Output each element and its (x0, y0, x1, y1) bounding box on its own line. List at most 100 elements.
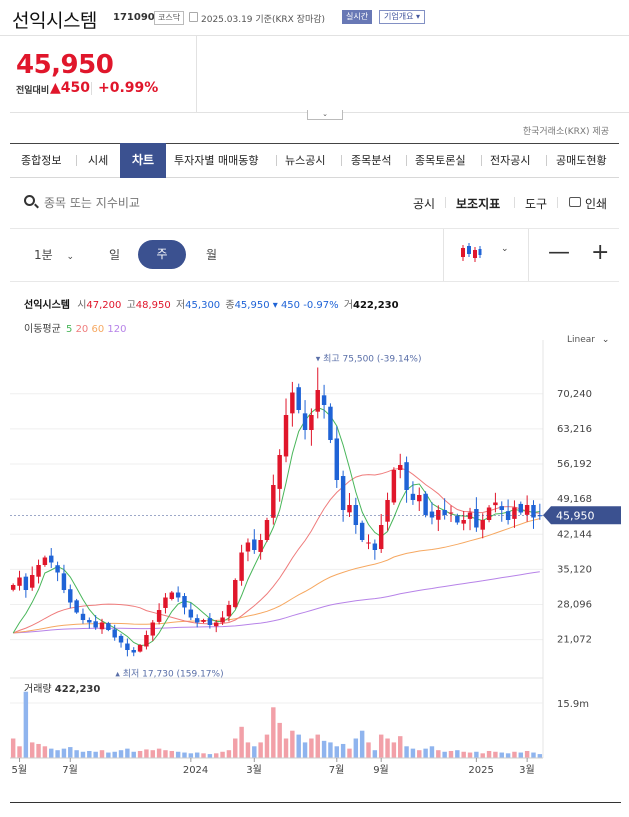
stock-code: 171090 (113, 12, 155, 23)
volume-bar (29, 742, 35, 758)
tools-button[interactable]: 도구 (525, 195, 547, 212)
candle-body (80, 613, 86, 620)
candle-body (518, 503, 524, 513)
tab-overview[interactable]: 종합정보 (21, 143, 61, 178)
candle-body (290, 392, 295, 414)
toolbar-separator (514, 197, 515, 208)
tab-chart[interactable]: 차트 (120, 143, 166, 178)
volume-bar (175, 751, 181, 758)
tab-separator (76, 155, 77, 166)
volume-bar (137, 750, 143, 758)
ma120-label: 120 (107, 324, 127, 335)
y-tick-label: 28,096 (557, 600, 592, 611)
candle-body (328, 406, 333, 440)
volume-bar (347, 748, 352, 758)
compare-search-input[interactable] (44, 193, 244, 213)
candlestick-icon[interactable] (460, 243, 482, 263)
ma5-line (12, 406, 540, 647)
volume-bar (188, 753, 194, 758)
volume-bar (410, 748, 416, 758)
period-month-button[interactable]: 월 (206, 246, 217, 263)
min-price-annotation: ▴ 최저 17,730 (159.17%) (115, 668, 223, 679)
candle-body (321, 395, 327, 405)
volume-bar (87, 750, 92, 758)
volume-bar (429, 746, 435, 758)
volume-bar (201, 753, 206, 758)
candle-body (474, 509, 479, 528)
volume-bars: 거래량 422,230 15.9m (10, 683, 589, 758)
chart-grid (10, 340, 544, 758)
current-price-label: 45,950 (556, 509, 595, 522)
current-price: 45,950 (16, 50, 114, 80)
tab-news[interactable]: 뉴스공시 (285, 143, 325, 178)
tab-short-selling[interactable]: 공매도현황 (556, 143, 607, 178)
zoom-in-button[interactable]: + (591, 240, 609, 265)
volume-bar (17, 746, 22, 758)
volume-bar (131, 751, 136, 758)
stock-name: 선익시스템 (12, 10, 97, 32)
candle-body (315, 390, 320, 412)
period-minute-button[interactable]: 1분 ⌄ (34, 246, 74, 263)
corp-info-button[interactable]: 기업개요 ▾ (379, 10, 426, 24)
volume-bar (321, 740, 327, 758)
x-tick-label: 7월 (62, 764, 78, 776)
volume-bar (99, 750, 105, 758)
volume-bar (49, 748, 54, 758)
volume-bar (518, 752, 524, 758)
corp-info-label: 기업개요 (384, 12, 414, 21)
candle-body (55, 565, 60, 573)
candle-body (99, 622, 105, 630)
volume-bar (80, 751, 86, 758)
candle-body (23, 576, 29, 590)
chart-type-caret-icon[interactable]: ⌄ (501, 244, 509, 254)
print-icon[interactable] (569, 197, 581, 207)
volume-bar (436, 750, 441, 758)
zoom-out-button[interactable]: — (548, 240, 570, 265)
open-value: 47,200 (86, 300, 122, 311)
moving-average-legend[interactable]: 이동평균 5 20 60 120 (24, 320, 127, 335)
price-chart[interactable]: 70,240 63,216 56,192 49,168 42,144 35,120 28,0… (0, 340, 629, 780)
x-tick-label: 7월 (329, 764, 345, 776)
price-annotations: ▾ 최고 75,500 (-39.14%) ▴ 최저 17,730 (159.17… (115, 354, 421, 680)
volume-bar (512, 751, 517, 758)
x-tick-label: 3월 (246, 764, 262, 776)
volume-bar (226, 750, 232, 758)
candle-body (378, 525, 384, 550)
tab-quotes[interactable]: 시세 (88, 143, 108, 178)
volume-bar (334, 746, 340, 758)
candle-body (283, 415, 289, 457)
candle-body (436, 510, 441, 520)
volume-bar (340, 743, 346, 758)
candle-body (524, 505, 530, 515)
tab-forum[interactable]: 종목토론실 (415, 143, 466, 178)
candle-body (112, 629, 117, 638)
volume-bar (42, 746, 48, 758)
volume-bar (36, 743, 41, 758)
volume-bar (207, 754, 213, 758)
candle-body (366, 542, 371, 544)
period-day-button[interactable]: 일 (109, 246, 120, 263)
candle-body (505, 511, 511, 520)
tab-investor-trading[interactable]: 투자자별 매매동향 (174, 143, 258, 178)
period-week-button[interactable]: 주 (138, 240, 186, 269)
candle-body (296, 387, 301, 410)
realtime-badge[interactable]: 실시간 (342, 10, 373, 24)
volume-bar (398, 736, 403, 758)
volume-bar (23, 691, 29, 758)
volume-bar (461, 751, 466, 758)
period-minute-label: 1분 (34, 248, 53, 262)
print-button[interactable]: 인쇄 (585, 195, 607, 212)
tab-dart[interactable]: 전자공시 (490, 143, 530, 178)
volume-bar (258, 742, 263, 758)
tab-analysis[interactable]: 종목분석 (351, 143, 391, 178)
volume-bar (359, 730, 365, 758)
date-info: 2025.03.19 기준(KRX 장마감) (201, 12, 325, 25)
indicator-button[interactable]: 보조지표 (456, 195, 500, 212)
candle-body (175, 592, 181, 598)
volume-bar (499, 752, 504, 758)
collapse-toggle-button[interactable]: ⌄ (307, 110, 343, 120)
disclosure-button[interactable]: 공시 (413, 195, 435, 212)
candle-body (201, 620, 206, 622)
search-icon[interactable] (24, 195, 35, 206)
tab-separator (341, 155, 342, 166)
